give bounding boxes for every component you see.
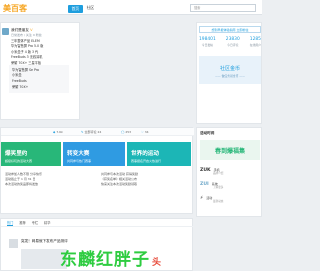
tag-item[interactable]: 荣耀 70X+ [12, 85, 66, 91]
diamond-icon: ◆ [53, 129, 56, 134]
tile-2[interactable]: 转变大赛 共同参与热门赛事 [63, 142, 125, 166]
stat-posts: 198401 今日发帖 [199, 37, 216, 47]
tile-desc-left: 活动参加人数不限 分享快乐 活动截止于 1 月 31 日本次活动的奖品即将发放 [5, 172, 42, 186]
avatar[interactable] [2, 28, 9, 35]
event-title: 活动时间 [200, 131, 215, 135]
tab-recommend[interactable]: 推荐 [19, 219, 25, 226]
search-input[interactable]: 搜索 [190, 3, 256, 12]
edit-icon: ✎ [81, 129, 84, 134]
tab-hot[interactable]: 热门 [7, 219, 14, 226]
tab-featured[interactable]: 精华 [44, 219, 50, 226]
bolt-icon: ⚡ [200, 196, 204, 201]
tile-stats-bar: ◆7.6k ✎全部评论 24 ◯253 ♡34 [1, 128, 194, 136]
comments-stat[interactable]: ✎全部评论 24 [81, 130, 101, 134]
brand-third[interactable]: ⚡ 活动 最新动态 [200, 196, 223, 203]
circle-icon: ◯ [121, 129, 125, 134]
profile-card: 我们是朋友 V 日常发布 / 关注 9 粉丝 三年整体产品 ELEM 华为智慧屏… [0, 22, 80, 120]
tile-desc-right: 共同参与本次活动 获得奖励 《获奖名单》相关活动公布 快来关注本次活动奖励领取 [101, 172, 138, 186]
profile-tag-list: 华为智慧屏 Se Pro 小米盒 FreeBuds 荣耀 70X+ [9, 65, 69, 93]
stat-comments: 23830 今日评论 [225, 37, 240, 47]
article-avatar[interactable] [9, 239, 18, 248]
guide-link[interactable]: 想到早报体验指南 立即前往 [199, 26, 261, 33]
circle-stat: ◯253 [121, 129, 132, 134]
tab-column[interactable]: 专栏 [32, 219, 38, 226]
likes-stat[interactable]: ♡34 [141, 130, 149, 134]
event-banner[interactable]: 春到爆福集 [200, 140, 260, 160]
tile-1[interactable]: 爆笑里约 超级好玩的活动大赛 [1, 142, 61, 166]
watermark: 东麟红胖子头 [60, 250, 163, 270]
top-bar: 美百客 首页 社区 搜索 [0, 0, 262, 15]
nav-community[interactable]: 社区 [87, 5, 95, 13]
activity-tiles: ◆7.6k ✎全部评论 24 ◯253 ♡34 爆笑里约 超级好玩的活动大赛 转变… [0, 127, 194, 214]
profile-device-list: 三年整体产品 ELEM 华为智慧屏 Pro 5.0 版 小米盒子 4 版 3 代… [11, 39, 43, 66]
stats-row: 198401 今日发帖 23830 今日评论 1285 在线用户 [199, 37, 261, 47]
device-line: FreeBuds 3 无线耳机 [11, 55, 43, 60]
article-title[interactable]: 突发！网易就下发布产品测评 [21, 239, 68, 244]
vip-badge: V [30, 27, 33, 32]
brand-zui[interactable]: ZUI 系统 了解更多 [200, 182, 223, 189]
brand-zuk[interactable]: ZUK 手机 品牌介绍 [200, 168, 223, 175]
stats-panel: 想到早报体验指南 立即前往 198401 今日发帖 23830 今日评论 1285 在… [196, 22, 262, 124]
nav-home[interactable]: 首页 [68, 4, 83, 13]
coins-banner[interactable]: 社区金币 —— 做任务领金币 —— [199, 56, 261, 84]
heart-icon: ♡ [141, 129, 144, 134]
site-logo[interactable]: 美百客 [3, 3, 27, 14]
views-stat: ◆7.6k [53, 129, 63, 134]
event-panel: 活动时间 春到爆福集 ZUK 手机 品牌介绍 ZUI 系统 了解更多 ⚡ 活动 最新动态 [196, 127, 262, 217]
feed-tabs: 热门 推荐 专栏 精华 [1, 219, 194, 227]
stat-online: 1285 在线用户 [249, 37, 261, 47]
tile-3[interactable]: 世界的运动 赛事报名开启火热进行 [127, 142, 191, 166]
profile-sub: 日常发布 / 关注 9 粉丝 [11, 32, 42, 37]
main-nav: 首页 社区 [68, 4, 95, 13]
